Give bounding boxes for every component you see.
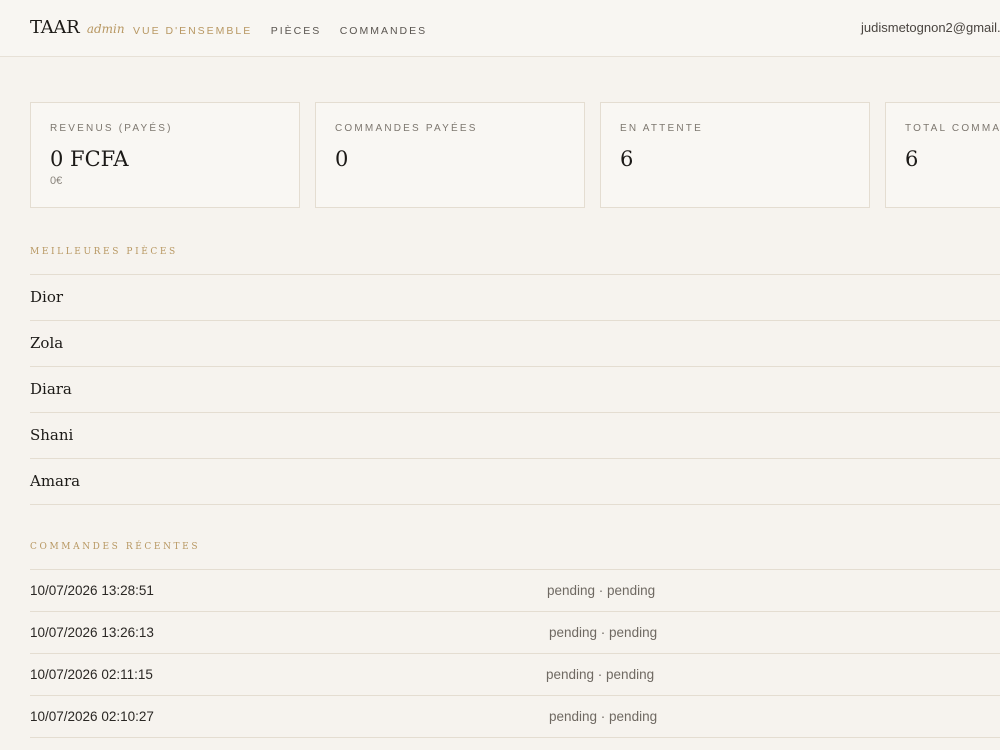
order-status: pending · pending xyxy=(546,667,655,682)
stat-label: REVENUS (PAYÉS) xyxy=(50,123,173,134)
recent-orders-title: COMMANDES RÉCENTES xyxy=(30,542,201,552)
stat-card-total-orders: TOTAL COMMA 6 xyxy=(885,102,1000,208)
piece-name: Zola xyxy=(30,334,64,352)
order-row[interactable]: 10/07/2026 02:10:27 pending · pending xyxy=(30,695,1000,738)
list-item[interactable]: Diara xyxy=(30,366,1000,412)
stat-value: 0 xyxy=(335,147,349,171)
list-item[interactable]: Dior xyxy=(30,274,1000,320)
piece-name: Dior xyxy=(30,288,64,306)
brand-name: TAAR xyxy=(30,17,80,38)
stat-label: EN ATTENTE xyxy=(620,123,703,134)
piece-name: Diara xyxy=(30,380,72,398)
nav-pieces[interactable]: PIÈCES xyxy=(271,25,322,37)
main-nav: VUE D'ENSEMBLE PIÈCES COMMANDES xyxy=(133,21,441,39)
stat-value: 6 xyxy=(905,147,919,171)
list-item[interactable]: Amara xyxy=(30,458,1000,505)
stat-value: 6 xyxy=(620,147,634,171)
nav-orders[interactable]: COMMANDES xyxy=(340,25,427,37)
stat-card-pending: EN ATTENTE 6 xyxy=(600,102,870,208)
top-bar: TAAR admin VUE D'ENSEMBLE PIÈCES COMMAND… xyxy=(0,0,1000,57)
stat-note: 0€ xyxy=(50,175,63,187)
order-row[interactable]: 10/07/2026 02:11:15 pending · pending xyxy=(30,653,1000,695)
piece-name: Amara xyxy=(30,472,81,490)
top-pieces-list: Dior Zola Diara Shani Amara xyxy=(30,274,1000,505)
stat-label: COMMANDES PAYÉES xyxy=(335,123,478,134)
list-item[interactable]: Zola xyxy=(30,320,1000,366)
stat-card-revenue: REVENUS (PAYÉS) 0 FCFA 0€ xyxy=(30,102,300,208)
stat-label: TOTAL COMMA xyxy=(905,123,1000,134)
order-status: pending · pending xyxy=(549,709,658,724)
user-email[interactable]: judismetognon2@gmail. xyxy=(861,20,1000,35)
order-date: 10/07/2026 13:28:51 xyxy=(30,583,154,598)
stat-value: 0 FCFA xyxy=(50,147,129,171)
order-status: pending · pending xyxy=(549,625,658,640)
order-status: pending · pending xyxy=(547,583,656,598)
order-date: 10/07/2026 02:11:15 xyxy=(30,667,153,682)
top-pieces-title: MEILLEURES PIÈCES xyxy=(30,247,178,257)
brand-logo[interactable]: TAAR admin xyxy=(30,17,125,38)
order-row[interactable]: 10/07/2026 13:28:51 pending · pending xyxy=(30,569,1000,611)
order-row[interactable]: 10/07/2026 13:26:13 pending · pending xyxy=(30,611,1000,653)
list-item[interactable]: Shani xyxy=(30,412,1000,458)
piece-name: Shani xyxy=(30,426,74,444)
stats-cards: REVENUS (PAYÉS) 0 FCFA 0€ COMMANDES PAYÉ… xyxy=(30,102,1000,208)
recent-orders-list: 10/07/2026 13:28:51 pending · pending 10… xyxy=(30,569,1000,738)
nav-overview[interactable]: VUE D'ENSEMBLE xyxy=(133,25,252,37)
stat-card-paid-orders: COMMANDES PAYÉES 0 xyxy=(315,102,585,208)
order-date: 10/07/2026 13:26:13 xyxy=(30,625,154,640)
order-date: 10/07/2026 02:10:27 xyxy=(30,709,154,724)
brand-sub: admin xyxy=(86,22,125,36)
